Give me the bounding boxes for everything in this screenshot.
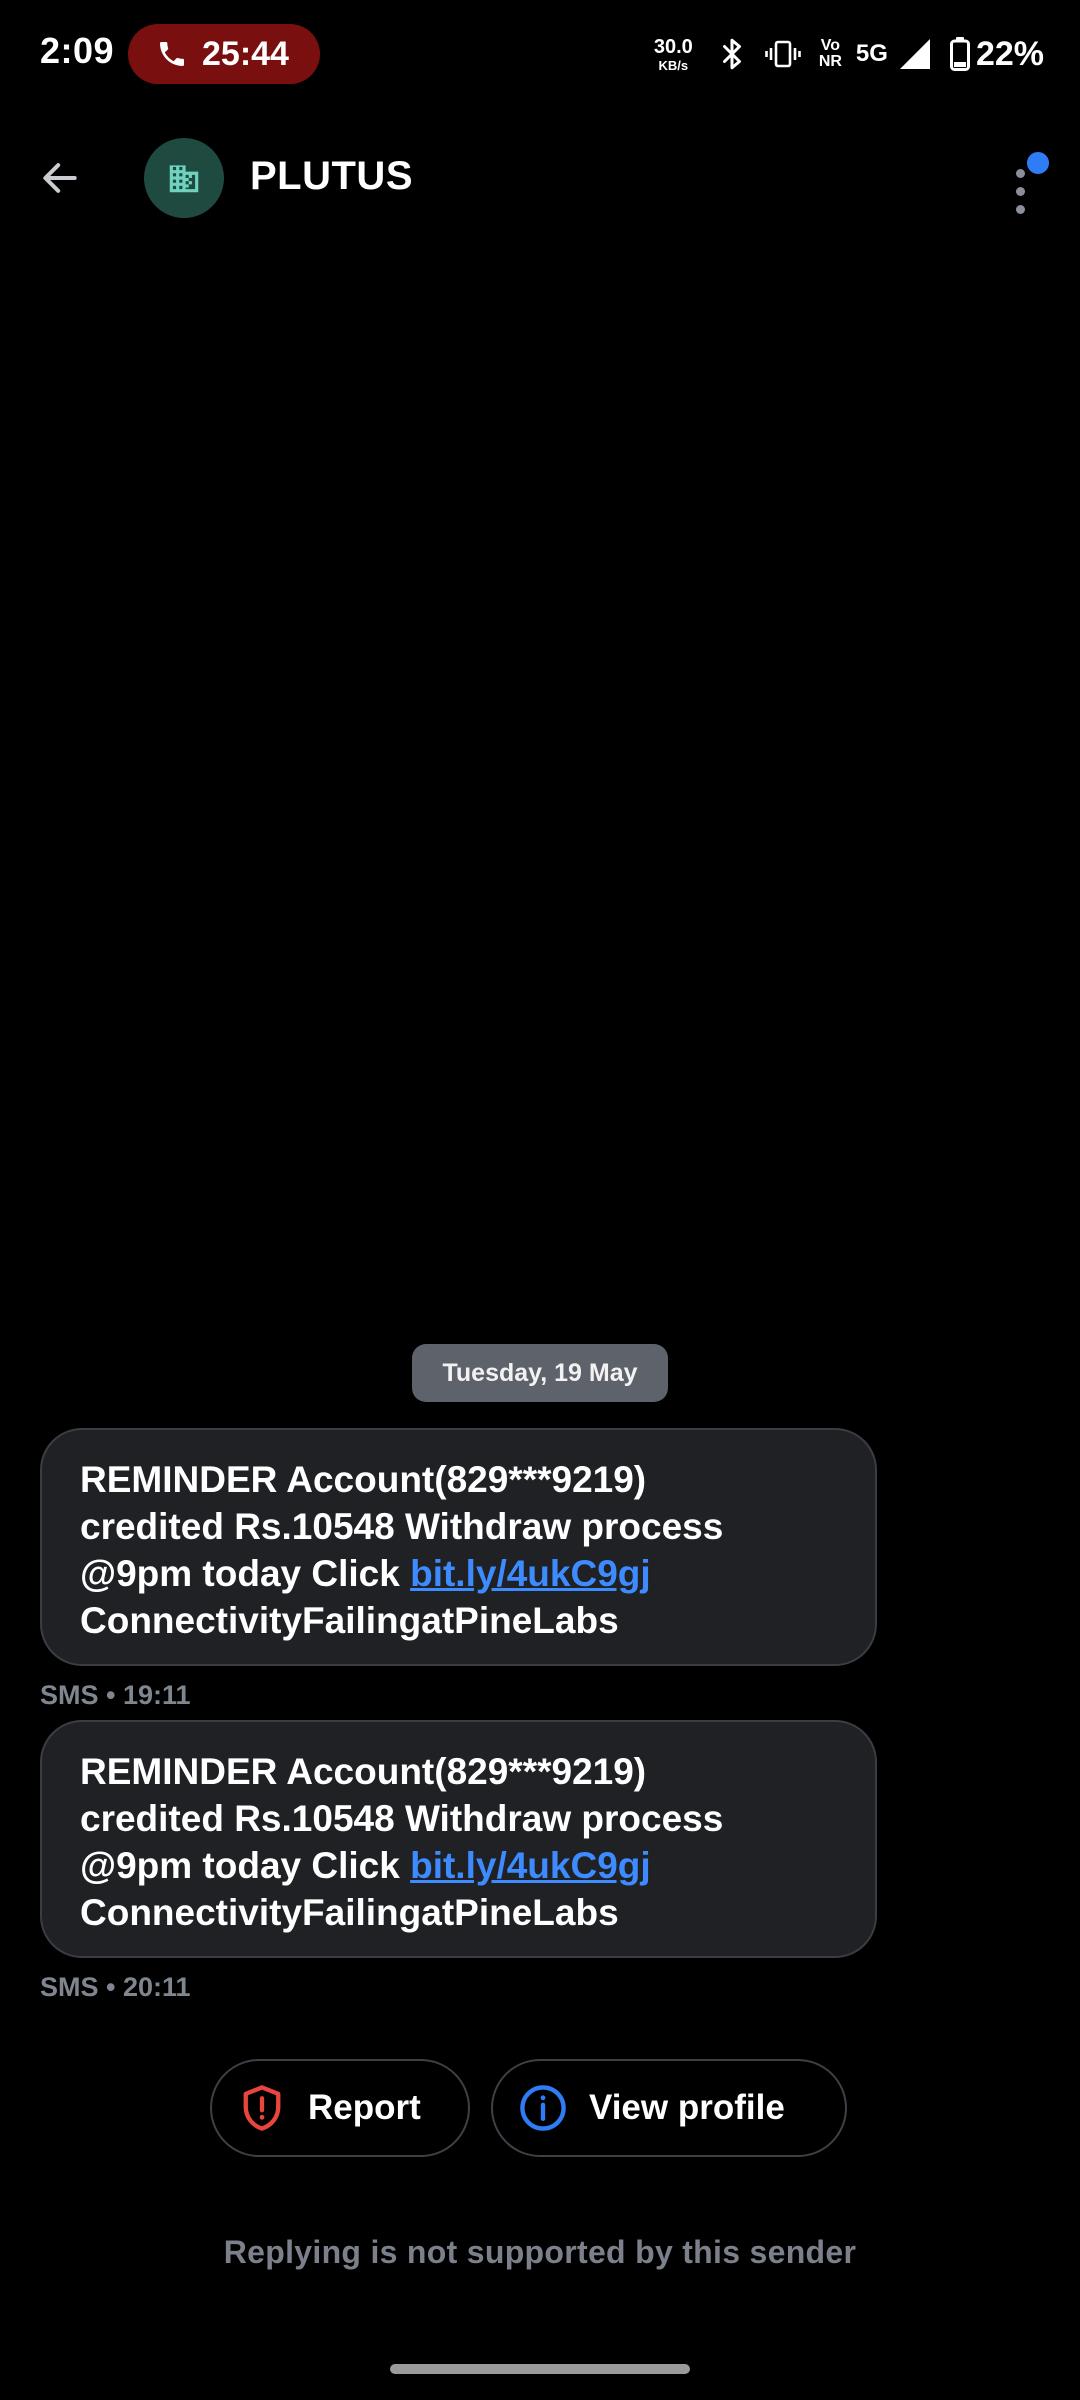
- ongoing-call-chip[interactable]: 25:44: [128, 24, 320, 84]
- shield-alert-icon: [236, 2082, 288, 2134]
- notification-dot: [1024, 149, 1052, 177]
- message-line: ConnectivityFailingatPineLabs: [80, 1600, 619, 1641]
- phone-icon: [156, 38, 188, 70]
- signal-icon: [898, 37, 932, 71]
- home-indicator[interactable]: [390, 2364, 690, 2374]
- message-line: ConnectivityFailingatPineLabs: [80, 1892, 619, 1933]
- more-vert-icon-dot: [1016, 187, 1025, 196]
- network-type: 5G: [855, 40, 888, 67]
- network-speed: 30.0 KB/s: [654, 37, 693, 72]
- nr-label: NR: [818, 53, 842, 70]
- report-button[interactable]: Report: [210, 2059, 470, 2157]
- message-bubble[interactable]: REMINDER Account(829***9219) credited Rs…: [40, 1428, 877, 1666]
- avatar[interactable]: [144, 138, 224, 218]
- date-separator: Tuesday, 19 May: [412, 1344, 668, 1402]
- message-link[interactable]: bit.ly/4ukC9gj: [410, 1553, 651, 1594]
- volte-label: Vo: [820, 37, 840, 54]
- view-profile-label: View profile: [589, 2088, 785, 2127]
- contact-name[interactable]: PLUTUS: [250, 154, 413, 199]
- message-line: @9pm today Click bit.ly/4ukC9gj: [80, 1842, 839, 1889]
- reply-not-supported-note: Replying is not supported by this sender: [223, 2234, 857, 2270]
- message-meta: SMS • 19:11: [40, 1680, 191, 1710]
- status-bar: 2:09 25:44 30.0 KB/s Vo NR 5G 22%: [0, 0, 1080, 108]
- network-speed-unit: KB/s: [658, 57, 689, 73]
- message-link[interactable]: bit.ly/4ukC9gj: [410, 1845, 651, 1886]
- message-line: credited Rs.10548 Withdraw process: [80, 1506, 724, 1547]
- report-label: Report: [308, 2088, 421, 2127]
- message-line: credited Rs.10548 Withdraw process: [80, 1798, 724, 1839]
- back-arrow-icon: [43, 163, 77, 193]
- back-button[interactable]: [32, 150, 88, 206]
- more-vert-icon-dot: [1016, 205, 1025, 214]
- building-icon: [169, 165, 199, 193]
- message-line: @9pm today Click bit.ly/4ukC9gj: [80, 1550, 839, 1597]
- vibrate-icon: [765, 38, 801, 70]
- message-meta: SMS • 20:11: [40, 1972, 191, 2002]
- network-speed-value: 30.0: [653, 35, 693, 58]
- message-bubble[interactable]: REMINDER Account(829***9219) credited Rs…: [40, 1720, 877, 1958]
- battery-icon: [949, 37, 970, 71]
- view-profile-button[interactable]: View profile: [491, 2059, 847, 2157]
- bluetooth-icon: [717, 36, 747, 72]
- status-icons: 30.0 KB/s Vo NR 5G 22%: [654, 24, 1044, 84]
- call-timer: 25:44: [202, 34, 289, 73]
- message-line: REMINDER Account(829***9219): [80, 1751, 647, 1792]
- more-vert-icon: [1016, 169, 1025, 178]
- conversation-header: PLUTUS: [0, 128, 1080, 228]
- status-time: 2:09: [40, 30, 115, 71]
- message-text: @9pm today Click: [80, 1845, 411, 1886]
- message-line: REMINDER Account(829***9219): [80, 1459, 647, 1500]
- volte-indicator: Vo NR: [819, 38, 842, 70]
- message-text: @9pm today Click: [80, 1553, 411, 1594]
- battery-percent: 22%: [975, 34, 1044, 73]
- info-icon: [517, 2082, 569, 2134]
